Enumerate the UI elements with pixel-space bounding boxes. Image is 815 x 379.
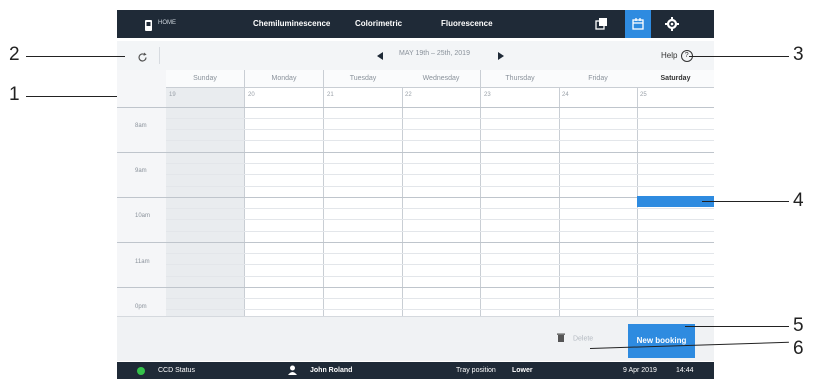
day-date: 25 (640, 92, 647, 98)
new-booking-button[interactable]: New booking (628, 324, 695, 358)
gear-icon[interactable] (664, 16, 680, 32)
user-name: John Roland (310, 367, 353, 374)
slot-divider (166, 264, 714, 265)
next-week-arrow-icon[interactable] (498, 52, 504, 60)
day-date: 22 (405, 92, 412, 98)
callout-line (26, 96, 117, 97)
day-header: Monday (245, 70, 323, 88)
day-header: Saturday (637, 70, 714, 88)
slot-divider (166, 253, 714, 254)
slot-divider (166, 118, 714, 119)
callout-number: 6 (793, 338, 804, 359)
refresh-icon[interactable] (137, 50, 148, 68)
gallery-icon[interactable] (593, 16, 609, 32)
tab-fluorescence[interactable]: Fluorescence (441, 19, 493, 28)
home-icon[interactable] (144, 18, 153, 31)
status-time: 14:44 (676, 367, 694, 374)
status-bar: CCD Status John Roland Tray position Low… (117, 362, 714, 379)
day-date: 24 (562, 92, 569, 98)
tray-position-value: Lower (512, 367, 533, 374)
week-navigation-bar: MAY 19th – 25th, 2019 Help ? (117, 41, 714, 71)
time-label: 11am (135, 259, 150, 265)
delete-label: Delete (572, 335, 594, 343)
day-header: Friday (559, 70, 637, 88)
hour-divider (117, 197, 714, 198)
time-label: 10am (135, 213, 151, 219)
time-label: 0pm (135, 304, 147, 310)
ccd-status-label: CCD Status (158, 367, 195, 374)
callout-number: 4 (793, 190, 804, 211)
callout-line (26, 56, 125, 57)
callout-number: 1 (9, 84, 20, 105)
hour-divider (117, 287, 714, 288)
slot-divider (166, 163, 714, 164)
action-bar: Delete New booking (117, 316, 714, 361)
previous-week-arrow-icon[interactable] (377, 52, 383, 60)
day-header: Tuesday (324, 70, 402, 88)
slot-divider (166, 298, 714, 299)
day-date: 19 (169, 92, 176, 98)
callout-line (685, 326, 789, 327)
hour-divider (117, 242, 714, 243)
slot-divider (166, 186, 714, 187)
callout-number: 3 (793, 44, 804, 65)
slot-divider (166, 129, 714, 130)
trash-icon (557, 333, 565, 344)
week-range: MAY 19th – 25th, 2019 (399, 50, 470, 57)
callout-line (702, 201, 789, 202)
slot-divider (166, 208, 714, 209)
callout-number: 5 (793, 315, 804, 336)
tray-position-label: Tray position (456, 367, 496, 374)
status-date: 9 Apr 2019 (623, 367, 657, 374)
help-button[interactable]: Help ? (661, 50, 693, 62)
user-icon (288, 365, 297, 377)
calendar-tab[interactable] (625, 10, 651, 38)
calendar-icon (630, 16, 646, 32)
home-label[interactable]: HOME (158, 20, 176, 26)
delete-button[interactable]: Delete (557, 333, 593, 344)
day-header: Thursday (481, 70, 559, 88)
calendar-grid: 8am 9am 10am 11am 0pm Sunday 19 Monday 2… (117, 70, 714, 316)
slot-divider (166, 231, 714, 232)
time-label: 9am (135, 168, 147, 174)
day-header: Wednesday (402, 70, 480, 88)
callout-number: 2 (9, 44, 20, 65)
slot-divider (166, 219, 714, 220)
day-date: 23 (484, 92, 491, 98)
hour-divider (117, 152, 714, 153)
help-label: Help (661, 51, 678, 61)
ccd-status-dot-icon (137, 367, 145, 375)
refresh-area (125, 47, 160, 64)
top-bar: HOME Chemiluminescence Colorimetric Fluo… (117, 10, 714, 38)
day-date: 21 (327, 92, 334, 98)
callout-line (689, 56, 789, 57)
day-date: 20 (248, 92, 255, 98)
slot-divider (166, 140, 714, 141)
slot-divider (166, 309, 714, 310)
tab-chemiluminescence[interactable]: Chemiluminescence (253, 19, 330, 28)
slot-divider (166, 174, 714, 175)
slot-divider (166, 276, 714, 277)
day-header: Sunday (166, 70, 244, 88)
tab-colorimetric[interactable]: Colorimetric (355, 19, 402, 28)
time-label: 8am (135, 123, 147, 129)
hour-divider (117, 107, 714, 108)
